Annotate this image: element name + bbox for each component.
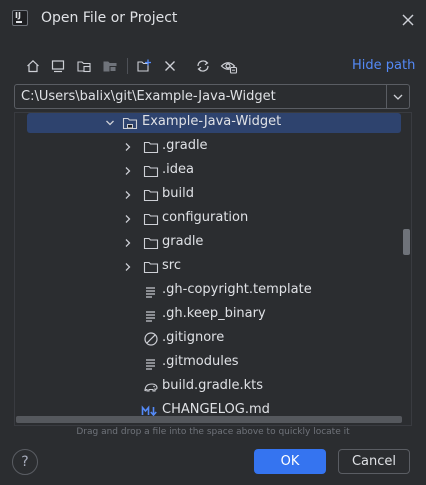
tree-item-build[interactable]: build [15, 183, 411, 207]
tree-item-label: configuration [162, 210, 249, 225]
home-icon [27, 59, 39, 73]
tree-item-gitmodules[interactable]: .gitmodules [15, 351, 411, 375]
chevron-right-icon[interactable] [122, 237, 134, 249]
drag-drop-hint: Drag and drop a file into the space abov… [76, 427, 350, 437]
tree-item-build-gradle-kts[interactable]: build.gradle.kts [15, 375, 411, 399]
vertical-scrollbar-thumb[interactable] [403, 229, 410, 255]
tree-item-label: .gh-copyright.template [162, 282, 312, 297]
horizontal-scrollbar-thumb[interactable] [16, 416, 402, 423]
tree-item-label: .gitmodules [162, 354, 239, 369]
title-bar: IJ Open File or Project [0, 0, 426, 40]
path-combobox [14, 84, 410, 109]
ok-button[interactable]: OK [254, 449, 326, 474]
chevron-right-icon[interactable] [122, 165, 134, 177]
close-button[interactable] [398, 10, 418, 30]
tree-item-example-java-widget[interactable]: Example-Java-Widget [15, 113, 411, 135]
new-folder-button[interactable] [134, 56, 154, 76]
project-folder-icon [122, 117, 138, 130]
file-tree[interactable]: Example-Java-Widget .gradle .idea build [14, 112, 412, 426]
tree-item-label: Example-Java-Widget [142, 114, 282, 129]
ignore-file-icon [144, 332, 158, 346]
chevron-down-icon [393, 94, 403, 100]
hide-path-link[interactable]: Hide path [352, 58, 415, 73]
tree-item-gitignore[interactable]: .gitignore [15, 327, 411, 351]
tree-item-gradle-cache[interactable]: .gradle [15, 135, 411, 159]
tree-item-label: build [162, 186, 194, 201]
chevron-right-icon[interactable] [122, 141, 134, 153]
folder-icon [143, 213, 159, 226]
chevron-down-icon[interactable] [104, 117, 116, 129]
tree-item-label: .gradle [162, 138, 208, 153]
help-icon: ? [21, 454, 29, 470]
chevron-right-icon[interactable] [122, 213, 134, 225]
show-hidden-icon [220, 62, 238, 74]
path-history-dropdown[interactable] [390, 89, 406, 105]
project-directory-button[interactable] [74, 56, 94, 76]
tree-item-label: .gitignore [162, 330, 225, 345]
tree-item-configuration[interactable]: configuration [15, 207, 411, 231]
refresh-icon [197, 60, 209, 72]
tree-item-gh-copyright-template[interactable]: .gh-copyright.template [15, 279, 411, 303]
gradle-elephant-icon [144, 383, 158, 392]
folder-icon [143, 165, 159, 178]
close-icon [402, 14, 414, 26]
toolbar-separator [127, 58, 128, 74]
path-divider [386, 85, 387, 108]
dialog-title: Open File or Project [41, 10, 178, 26]
tree-item-label: .idea [162, 162, 194, 177]
cancel-button[interactable]: Cancel [338, 449, 410, 474]
tree-item-label: gradle [162, 234, 204, 249]
tree-item-label: build.gradle.kts [162, 378, 264, 393]
text-file-icon [146, 359, 155, 370]
refresh-button[interactable] [193, 56, 213, 76]
module-directory-icon [103, 61, 117, 72]
delete-button[interactable] [160, 56, 180, 76]
home-button[interactable] [23, 56, 43, 76]
desktop-icon [51, 60, 65, 73]
tree-item-idea[interactable]: .idea [15, 159, 411, 183]
tree-item-label: CHANGELOG.md [162, 402, 270, 417]
chevron-right-icon[interactable] [122, 189, 134, 201]
tree-item-gradle[interactable]: gradle [15, 231, 411, 255]
project-directory-icon [77, 61, 91, 73]
folder-icon [143, 237, 159, 250]
show-hidden-files-button[interactable] [219, 56, 239, 76]
folder-icon [143, 189, 159, 202]
tree-item-src[interactable]: src [15, 255, 411, 279]
folder-icon [143, 141, 159, 154]
text-file-icon [146, 311, 155, 322]
folder-icon [143, 261, 159, 274]
desktop-button[interactable] [48, 56, 68, 76]
delete-icon [165, 61, 175, 71]
path-input[interactable] [15, 85, 385, 108]
module-directory-button[interactable] [100, 56, 120, 76]
intellij-logo-icon: IJ [12, 10, 28, 26]
toolbar: Hide path [0, 52, 426, 80]
text-file-icon [146, 287, 155, 298]
tree-item-label: .gh.keep_binary [162, 306, 266, 321]
new-folder-icon [137, 59, 151, 72]
tree-item-gh-keep-binary[interactable]: .gh.keep_binary [15, 303, 411, 327]
chevron-right-icon[interactable] [122, 261, 134, 273]
tree-item-label: src [162, 258, 181, 273]
help-button[interactable]: ? [12, 449, 38, 475]
